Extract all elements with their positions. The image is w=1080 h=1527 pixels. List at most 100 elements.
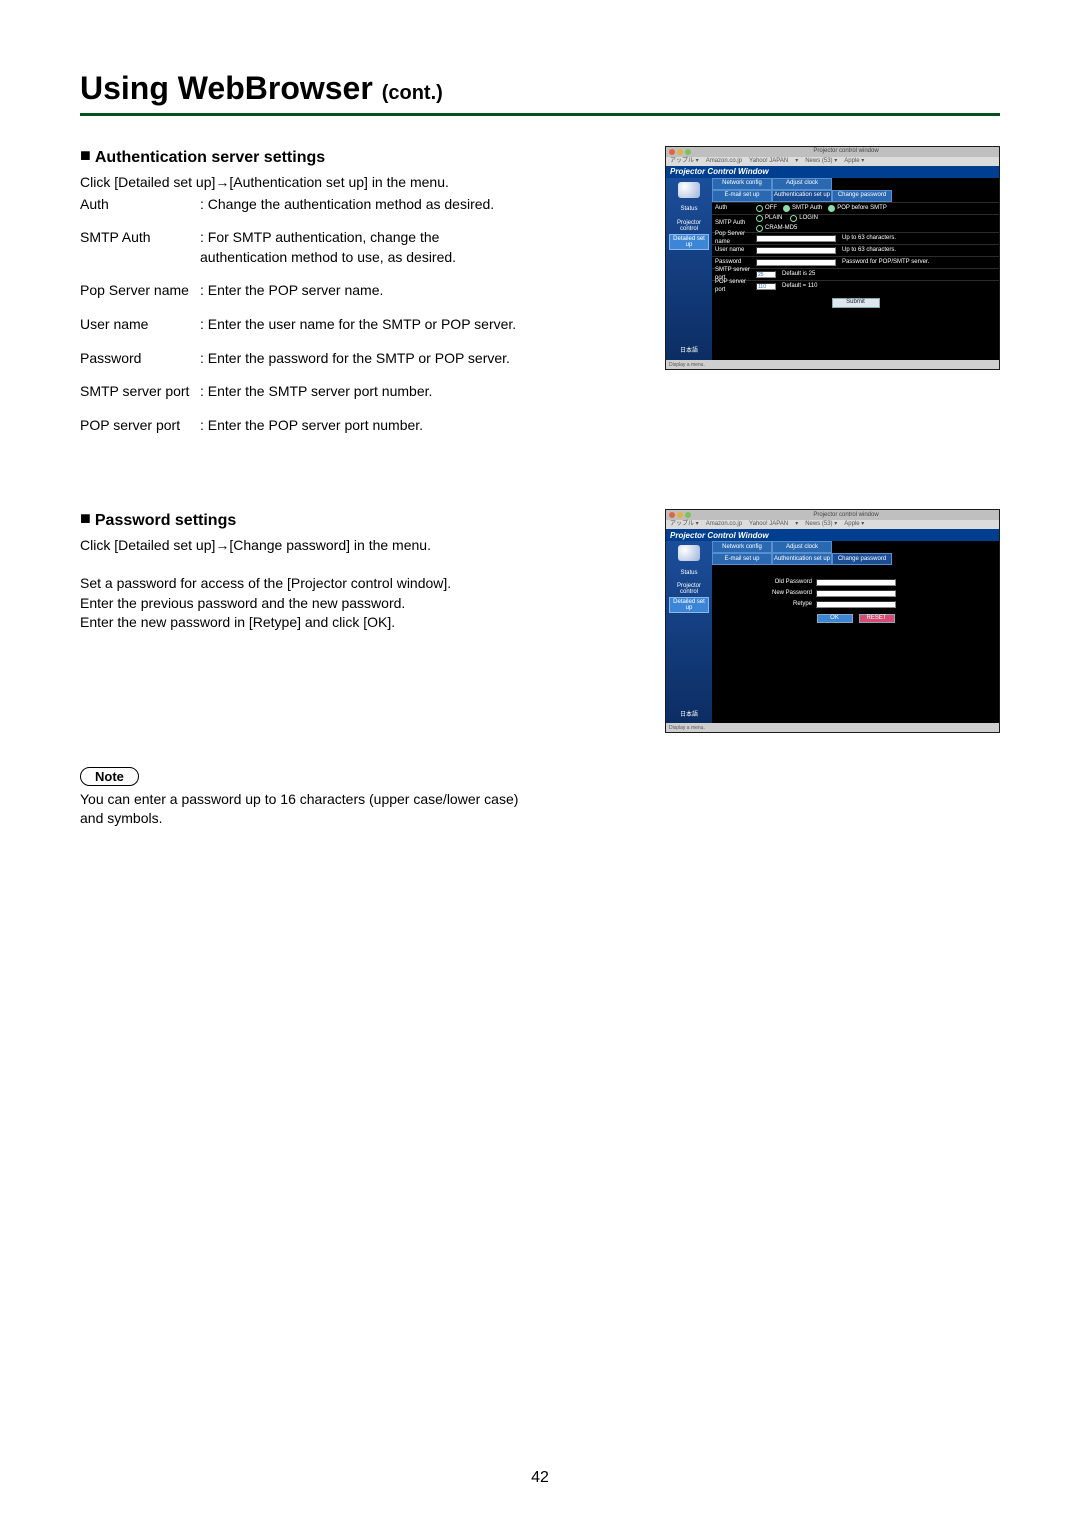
password-text-column: Password settings Click [Detailed set up… [80, 509, 520, 829]
ok-button[interactable]: OK [817, 614, 853, 623]
row-retype: Retype [712, 599, 999, 610]
zoom-icon[interactable] [685, 512, 691, 518]
auth-form: Auth OFF SMTP Auth POP before SMTP SMTP … [712, 202, 999, 308]
tab-item[interactable]: News (53) ▾ [805, 158, 837, 165]
auth-text-column: Authentication server settings Click [De… [80, 146, 520, 449]
row-note: Up to 63 characters. [842, 247, 896, 254]
radio-pop-before-smtp[interactable]: POP before SMTP [828, 205, 887, 212]
row-label: POP server port [712, 279, 756, 293]
auth-section: Authentication server settings Click [De… [80, 146, 1000, 449]
auth-row-smtpport: SMTP server port 25 Default is 25 [712, 268, 999, 280]
tab-adjust-clock[interactable]: Adjust clock [772, 178, 832, 190]
row-note: Default = 110 [782, 283, 817, 290]
row-label: User name [712, 247, 756, 254]
password-screenshot: Projector control window アップル ▾ Amazon.c… [665, 509, 1000, 763]
tab-authentication-setup[interactable]: Authentication set up [772, 553, 832, 565]
def-value: Enter the POP server name. [200, 281, 520, 301]
row-label: Password [712, 259, 756, 266]
row-label: New Password [712, 590, 816, 597]
radio-login[interactable]: LOGIN [790, 215, 818, 222]
sidebar-item-detailed-setup[interactable]: Detailed set up [669, 597, 709, 613]
radio-off[interactable]: OFF [756, 205, 777, 212]
def-label: Auth [80, 195, 200, 215]
window-body: Status Projector control Detailed set up… [666, 178, 999, 360]
sidebar-item-language[interactable]: 日本語 [669, 344, 709, 360]
tab-item[interactable]: ▾ [795, 158, 798, 165]
row-new-password: New Password [712, 588, 999, 599]
top-button-row-1: Network config Adjust clock [712, 178, 999, 190]
row-label: Retype [712, 601, 816, 608]
row-label: Old Password [712, 579, 816, 586]
auth-deflist: AuthChange the authentication method as … [80, 195, 520, 436]
tab-item[interactable]: Apple ▾ [844, 158, 864, 165]
submit-button[interactable]: Submit [832, 298, 880, 308]
title-main: Using WebBrowser [80, 70, 382, 106]
pop-port-input[interactable]: 110 [756, 283, 776, 290]
new-password-input[interactable] [816, 590, 896, 597]
status-bar: Display a menu. [666, 360, 999, 369]
sidebar-item-projector-control[interactable]: Projector control [669, 218, 709, 234]
tab-item[interactable]: Yahoo! JAPAN [749, 521, 788, 528]
window-body: Status Projector control Detailed set up… [666, 541, 999, 723]
def-value: Enter the SMTP server port number. [200, 382, 520, 402]
retype-password-input[interactable] [816, 601, 896, 608]
password-section: Password settings Click [Detailed set up… [80, 509, 1000, 829]
row-note: Up to 63 characters. [842, 235, 896, 242]
tab-item[interactable]: Amazon.co.jp [706, 521, 742, 528]
def-label: Password [80, 349, 200, 369]
window-title: Projector control window [813, 148, 878, 155]
auth-row-popserver: Pop Server name Up to 63 characters. [712, 232, 999, 244]
minimize-icon[interactable] [677, 149, 683, 155]
main-pane: Network config Adjust clock E-mail set u… [712, 178, 999, 360]
close-icon[interactable] [669, 512, 675, 518]
row-note: Default is 25 [782, 271, 815, 278]
main-pane: Network config Adjust clock E-mail set u… [712, 541, 999, 723]
note-label: Note [80, 767, 139, 786]
sidebar-item-status[interactable]: Status [669, 565, 709, 581]
radio-smtp-auth[interactable]: SMTP Auth [783, 205, 822, 212]
window-titlebar: Projector control window [666, 510, 999, 520]
sidebar-item-status[interactable]: Status [669, 202, 709, 218]
auth-heading: Authentication server settings [80, 146, 520, 167]
smtp-port-input[interactable]: 25 [756, 271, 776, 278]
tab-item[interactable]: ▾ [795, 521, 798, 528]
tab-email-setup[interactable]: E-mail set up [712, 553, 772, 565]
page-number: 42 [0, 1469, 1080, 1487]
browser-tabbar: アップル ▾ Amazon.co.jp Yahoo! JAPAN ▾ News … [666, 157, 999, 166]
old-password-input[interactable] [816, 579, 896, 586]
tab-change-password[interactable]: Change password [832, 553, 892, 565]
tab-item[interactable]: News (53) ▾ [805, 521, 837, 528]
auth-row-popport: POP server port 110 Default = 110 [712, 280, 999, 292]
close-icon[interactable] [669, 149, 675, 155]
password-para1: Set a password for access of the [Projec… [80, 574, 520, 594]
sidebar-item-detailed-setup[interactable]: Detailed set up [669, 234, 709, 250]
tab-change-password[interactable]: Change password [832, 190, 892, 202]
radio-cram-md5[interactable]: CRAM-MD5 [756, 225, 818, 232]
def-value: Enter the POP server port number. [200, 416, 520, 436]
tab-network-config[interactable]: Network config [712, 178, 772, 190]
sidebar-item-projector-control[interactable]: Projector control [669, 581, 709, 597]
username-input[interactable] [756, 247, 836, 254]
tab-item[interactable]: アップル ▾ [670, 158, 699, 165]
password-input[interactable] [756, 259, 836, 266]
reset-button[interactable]: RESET [859, 614, 895, 623]
tab-authentication-setup[interactable]: Authentication set up [772, 190, 832, 202]
pop-server-input[interactable] [756, 235, 836, 242]
sidebar-item-language[interactable]: 日本語 [669, 707, 709, 723]
minimize-icon[interactable] [677, 512, 683, 518]
sidebar: Status Projector control Detailed set up… [666, 178, 712, 360]
def-label: SMTP Auth [80, 228, 200, 267]
tab-adjust-clock[interactable]: Adjust clock [772, 541, 832, 553]
password-heading: Password settings [80, 509, 520, 530]
projector-icon [678, 182, 700, 198]
tab-item[interactable]: Amazon.co.jp [706, 158, 742, 165]
tab-item[interactable]: Yahoo! JAPAN [749, 158, 788, 165]
tab-email-setup[interactable]: E-mail set up [712, 190, 772, 202]
row-label: SMTP Auth [712, 220, 756, 227]
tab-item[interactable]: Apple ▾ [844, 521, 864, 528]
tab-network-config[interactable]: Network config [712, 541, 772, 553]
zoom-icon[interactable] [685, 149, 691, 155]
radio-plain[interactable]: PLAIN [756, 215, 782, 222]
password-para3: Enter the new password in [Retype] and c… [80, 613, 520, 633]
tab-item[interactable]: アップル ▾ [670, 521, 699, 528]
